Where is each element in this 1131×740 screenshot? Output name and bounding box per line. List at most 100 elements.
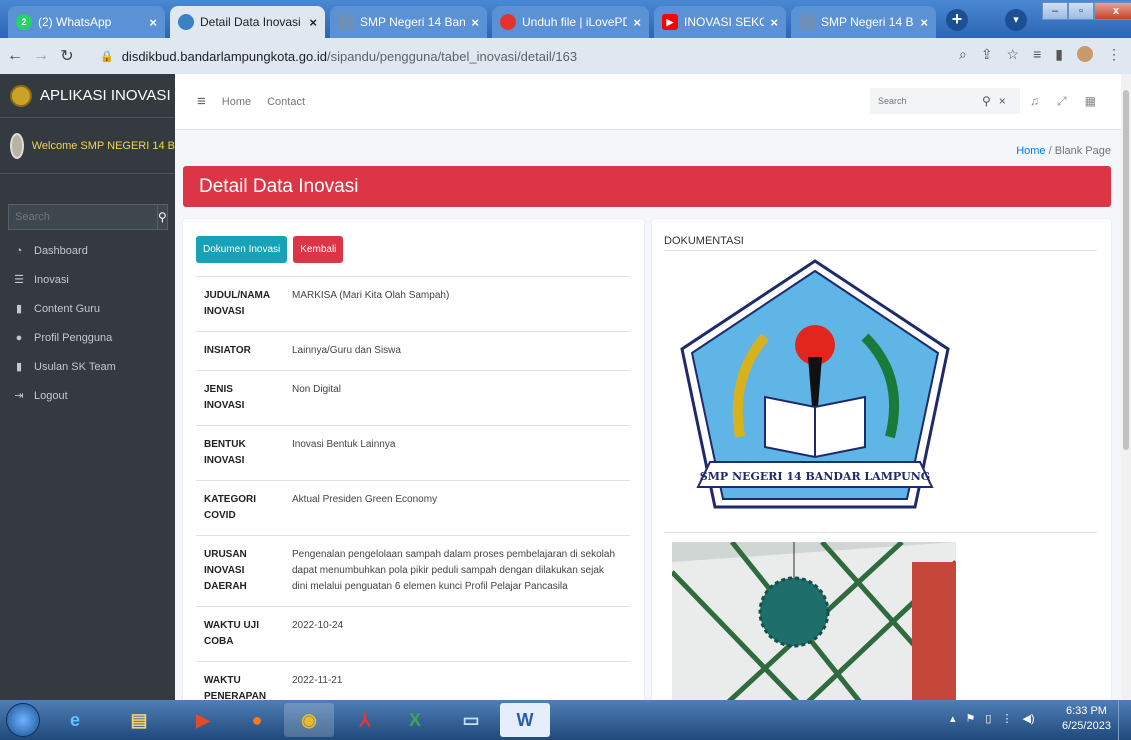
row-value: Non Digital	[292, 384, 341, 395]
back-arrow-icon[interactable]: ←	[4, 47, 26, 65]
sidebar-item-logout[interactable]: ⇥ Logout	[12, 381, 175, 410]
tab-search-button[interactable]: ▾	[1005, 9, 1027, 31]
page-title: Detail Data Inovasi	[183, 166, 1111, 207]
row-key: URUSAN INOVASI DAERAH	[204, 549, 247, 592]
browser-tab-youtube[interactable]: ▶ INOVASI SEKOLAH : ×	[654, 6, 786, 38]
side-panel-icon[interactable]: ▮	[1055, 46, 1063, 63]
close-icon[interactable]: ×	[471, 15, 479, 30]
sidebar-item-profil-pengguna[interactable]: ● Profil Pengguna	[12, 323, 175, 352]
more-menu-icon[interactable]: ⋮	[1107, 46, 1121, 63]
chrome-icon[interactable]: ◉	[284, 703, 334, 737]
detail-card: Dokumen Inovasi Kembali JUDUL/NAMA INOVA…	[183, 219, 644, 709]
zoom-icon[interactable]: ⌕	[959, 46, 967, 63]
school-icon	[799, 14, 815, 30]
power-icon[interactable]: ▯	[985, 712, 991, 725]
close-icon[interactable]: ×	[999, 94, 1006, 108]
page-scrollbar[interactable]	[1121, 74, 1131, 700]
row-key: WAKTU UJI COBA	[204, 620, 259, 647]
taskbar-clock[interactable]: 6:33 PM 6/25/2023	[1062, 704, 1111, 734]
minimize-button[interactable]: –	[1042, 2, 1068, 20]
welcome-text[interactable]: Welcome SMP NEGERI 14 B	[32, 140, 175, 152]
browser-tab-detail-data-inovasi[interactable]: Detail Data Inovasi ×	[170, 6, 325, 38]
kembali-button[interactable]: Kembali	[293, 236, 344, 263]
browser-tab-smp-negeri-14[interactable]: SMP Negeri 14 Band ×	[330, 6, 487, 38]
sidebar-item-inovasi[interactable]: ☰ Inovasi	[12, 265, 175, 294]
sidebar-search-input[interactable]	[8, 204, 158, 230]
bell-icon[interactable]: ♫	[1030, 94, 1039, 109]
table-row: JENIS INOVASI Non Digital	[196, 370, 630, 426]
network-icon[interactable]: ⋮	[1001, 712, 1012, 725]
desktop-icon[interactable]: ▭	[446, 703, 496, 737]
school-logo-image[interactable]: SMP NEGERI 14 BANDAR LAMPUNG	[670, 257, 960, 529]
close-window-button[interactable]: x	[1094, 2, 1131, 20]
share-icon[interactable]: ⇪	[981, 46, 993, 63]
row-key: KATEGORI COVID	[204, 494, 257, 521]
documentation-heading: DOKUMENTASI	[664, 235, 744, 247]
grid-icon[interactable]: ▦	[1085, 94, 1096, 109]
profile-avatar-icon[interactable]	[1077, 46, 1093, 62]
close-icon[interactable]: ×	[770, 15, 778, 30]
close-icon[interactable]: ×	[149, 15, 157, 30]
forward-arrow-icon[interactable]: →	[30, 47, 52, 65]
globe-icon	[178, 14, 194, 30]
browser-tab-whatsapp[interactable]: 2 (2) WhatsApp ×	[8, 6, 165, 38]
sidebar-item-dashboard[interactable]: ◔ Dashboard	[12, 236, 175, 265]
search-icon[interactable]: ⚲	[158, 204, 168, 230]
file-explorer-icon[interactable]: ▤	[114, 703, 164, 737]
acrobat-icon[interactable]: ⅄	[340, 703, 390, 737]
table-row: JUDUL/NAMA INOVASI MARKISA (Mari Kita Ola…	[196, 276, 630, 332]
fullscreen-icon[interactable]: ⤢	[1057, 94, 1067, 109]
user-icon: ●	[15, 331, 23, 344]
close-icon[interactable]: ×	[633, 15, 641, 30]
row-value: 2022-10-24	[292, 620, 344, 631]
system-tray: ▴ ⚑ ▯ ⋮ ◀)	[950, 712, 1035, 725]
media-player-icon[interactable]: ▶	[178, 703, 228, 737]
browser-tab-ilovepdf[interactable]: Unduh file | iLovePDF ×	[492, 6, 649, 38]
volume-icon[interactable]: ◀)	[1022, 712, 1034, 725]
dokumen-inovasi-button[interactable]: Dokumen Inovasi	[196, 236, 288, 263]
flag-icon[interactable]: ⚑	[966, 712, 976, 725]
bookmark-star-icon[interactable]: ☆	[1007, 46, 1020, 63]
row-value: MARKISA (Mari Kita Olah Sampah)	[292, 290, 450, 301]
close-icon[interactable]: ×	[309, 15, 317, 30]
window-controls: – ▫ x	[1042, 2, 1131, 20]
row-value: Aktual Presiden Green Economy	[292, 494, 438, 505]
close-icon[interactable]: ×	[920, 15, 928, 30]
brand-link[interactable]: APLIKASI INOVASI	[0, 74, 175, 118]
start-button[interactable]	[6, 703, 40, 737]
maximize-button[interactable]: ▫	[1068, 2, 1094, 20]
row-key: JENIS INOVASI	[204, 384, 245, 411]
nav-home-link[interactable]: Home	[222, 96, 251, 108]
school-icon	[338, 14, 354, 30]
sidebar-item-content-guru[interactable]: ▮ Content Guru	[12, 294, 175, 323]
internet-explorer-icon[interactable]: e	[50, 703, 100, 737]
navbar-search-input[interactable]	[870, 96, 980, 106]
firefox-icon[interactable]: ●	[232, 703, 282, 737]
nav-contact-link[interactable]: Contact	[267, 96, 305, 108]
file-icon: ▮	[15, 361, 23, 373]
table-row: WAKTU UJI COBA 2022-10-24	[196, 606, 630, 662]
documentation-photo[interactable]	[672, 542, 956, 709]
row-value: Lainnya/Guru dan Siswa	[292, 345, 401, 356]
show-desktop-button[interactable]	[1118, 700, 1131, 740]
logout-icon: ⇥	[14, 390, 24, 402]
scrollbar-thumb[interactable]	[1123, 90, 1129, 450]
row-value: Pengenalan pengelolaan sampah dalam pros…	[292, 549, 616, 592]
reload-icon[interactable]: ↻	[56, 46, 78, 66]
hamburger-menu-icon[interactable]: ≡	[197, 93, 206, 110]
search-icon[interactable]: ⚲	[982, 94, 991, 108]
row-key: JUDUL/NAMA INOVASI	[204, 290, 270, 317]
reading-list-icon[interactable]: ≡	[1033, 46, 1041, 63]
database-icon: ☰	[14, 274, 24, 286]
browser-toolbar: ← → ↻ 🔒 disdikbud.bandarlampungkota.go.i…	[0, 38, 1131, 74]
row-key: INSIATOR	[204, 345, 251, 356]
breadcrumb-home-link[interactable]: Home	[1016, 145, 1045, 157]
sidebar-item-usulan-sk-team[interactable]: ▮ Usulan SK Team	[12, 352, 175, 381]
new-tab-button[interactable]: +	[946, 9, 968, 31]
ilovepdf-icon	[500, 14, 516, 30]
word-icon[interactable]: W	[500, 703, 550, 737]
browser-tab-smp-negeri-14-b[interactable]: SMP Negeri 14 Band ×	[791, 6, 936, 38]
excel-icon[interactable]: X	[390, 703, 440, 737]
tray-expand-icon[interactable]: ▴	[950, 712, 956, 725]
address-bar[interactable]: 🔒 disdikbud.bandarlampungkota.go.id/sipa…	[100, 43, 1100, 69]
